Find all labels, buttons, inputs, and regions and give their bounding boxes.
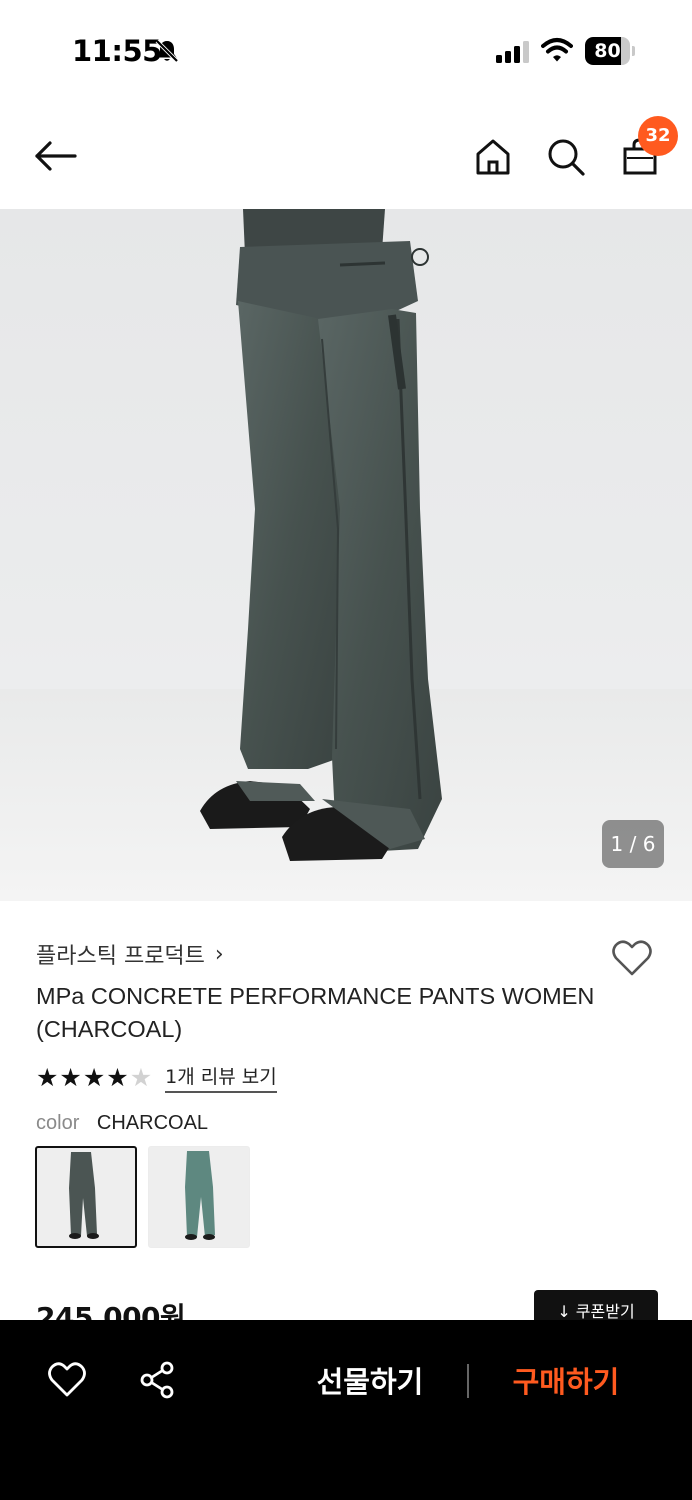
color-value: CHARCOAL bbox=[96, 1112, 209, 1134]
battery-icon: 80 bbox=[585, 37, 635, 65]
product-image[interactable] bbox=[0, 209, 692, 901]
color-swatch-charcoal[interactable] bbox=[35, 1146, 137, 1248]
search-icon[interactable] bbox=[543, 134, 589, 180]
review-link[interactable]: 1개 리뷰 보기 bbox=[165, 1062, 277, 1093]
color-label: color bbox=[36, 1112, 80, 1134]
swatch-thumbnail bbox=[69, 1152, 99, 1239]
wifi-icon bbox=[541, 38, 573, 62]
product-photo bbox=[0, 209, 692, 901]
back-arrow-icon[interactable] bbox=[30, 134, 80, 178]
chevron-right-icon: › bbox=[214, 941, 224, 967]
heart-icon[interactable] bbox=[610, 937, 654, 979]
bell-slash-icon bbox=[155, 39, 179, 63]
divider bbox=[467, 1364, 469, 1398]
bottom-action-bar: 선물하기 구매하기 bbox=[0, 1320, 692, 1500]
star-empty-icon: ★ bbox=[129, 1062, 153, 1092]
share-icon[interactable] bbox=[138, 1360, 178, 1400]
brand-link[interactable]: 플라스틱 프로덕트 › bbox=[36, 938, 224, 970]
star-icon: ★ bbox=[36, 1062, 59, 1092]
home-icon[interactable] bbox=[470, 134, 516, 180]
heart-icon[interactable] bbox=[46, 1360, 88, 1400]
gallery-page-indicator: 1 / 6 bbox=[602, 820, 664, 868]
color-swatch-green[interactable] bbox=[148, 1146, 250, 1248]
top-nav bbox=[0, 110, 692, 206]
status-bar: 11:55 80 bbox=[0, 0, 692, 100]
swatch-thumbnail bbox=[185, 1151, 215, 1240]
signal-icon bbox=[496, 41, 529, 63]
product-title: MPa CONCRETE PERFORMANCE PANTS WOMEN (CH… bbox=[36, 983, 595, 1042]
star-icon: ★ bbox=[59, 1062, 82, 1092]
status-time: 11:55 bbox=[72, 34, 162, 68]
color-row: color CHARCOAL bbox=[36, 1112, 208, 1135]
cart-count-badge: 32 bbox=[638, 116, 678, 156]
star-icon: ★ bbox=[82, 1062, 106, 1092]
rating-row: ★ ★ ★ ★ ★ 1개 리뷰 보기 bbox=[36, 1062, 277, 1093]
battery-level: 80 bbox=[594, 40, 621, 62]
star-icon: ★ bbox=[106, 1062, 129, 1092]
buy-button[interactable]: 구매하기 bbox=[496, 1360, 636, 1404]
brand-name: 플라스틱 프로덕트 bbox=[36, 944, 205, 969]
gift-button[interactable]: 선물하기 bbox=[300, 1360, 440, 1404]
